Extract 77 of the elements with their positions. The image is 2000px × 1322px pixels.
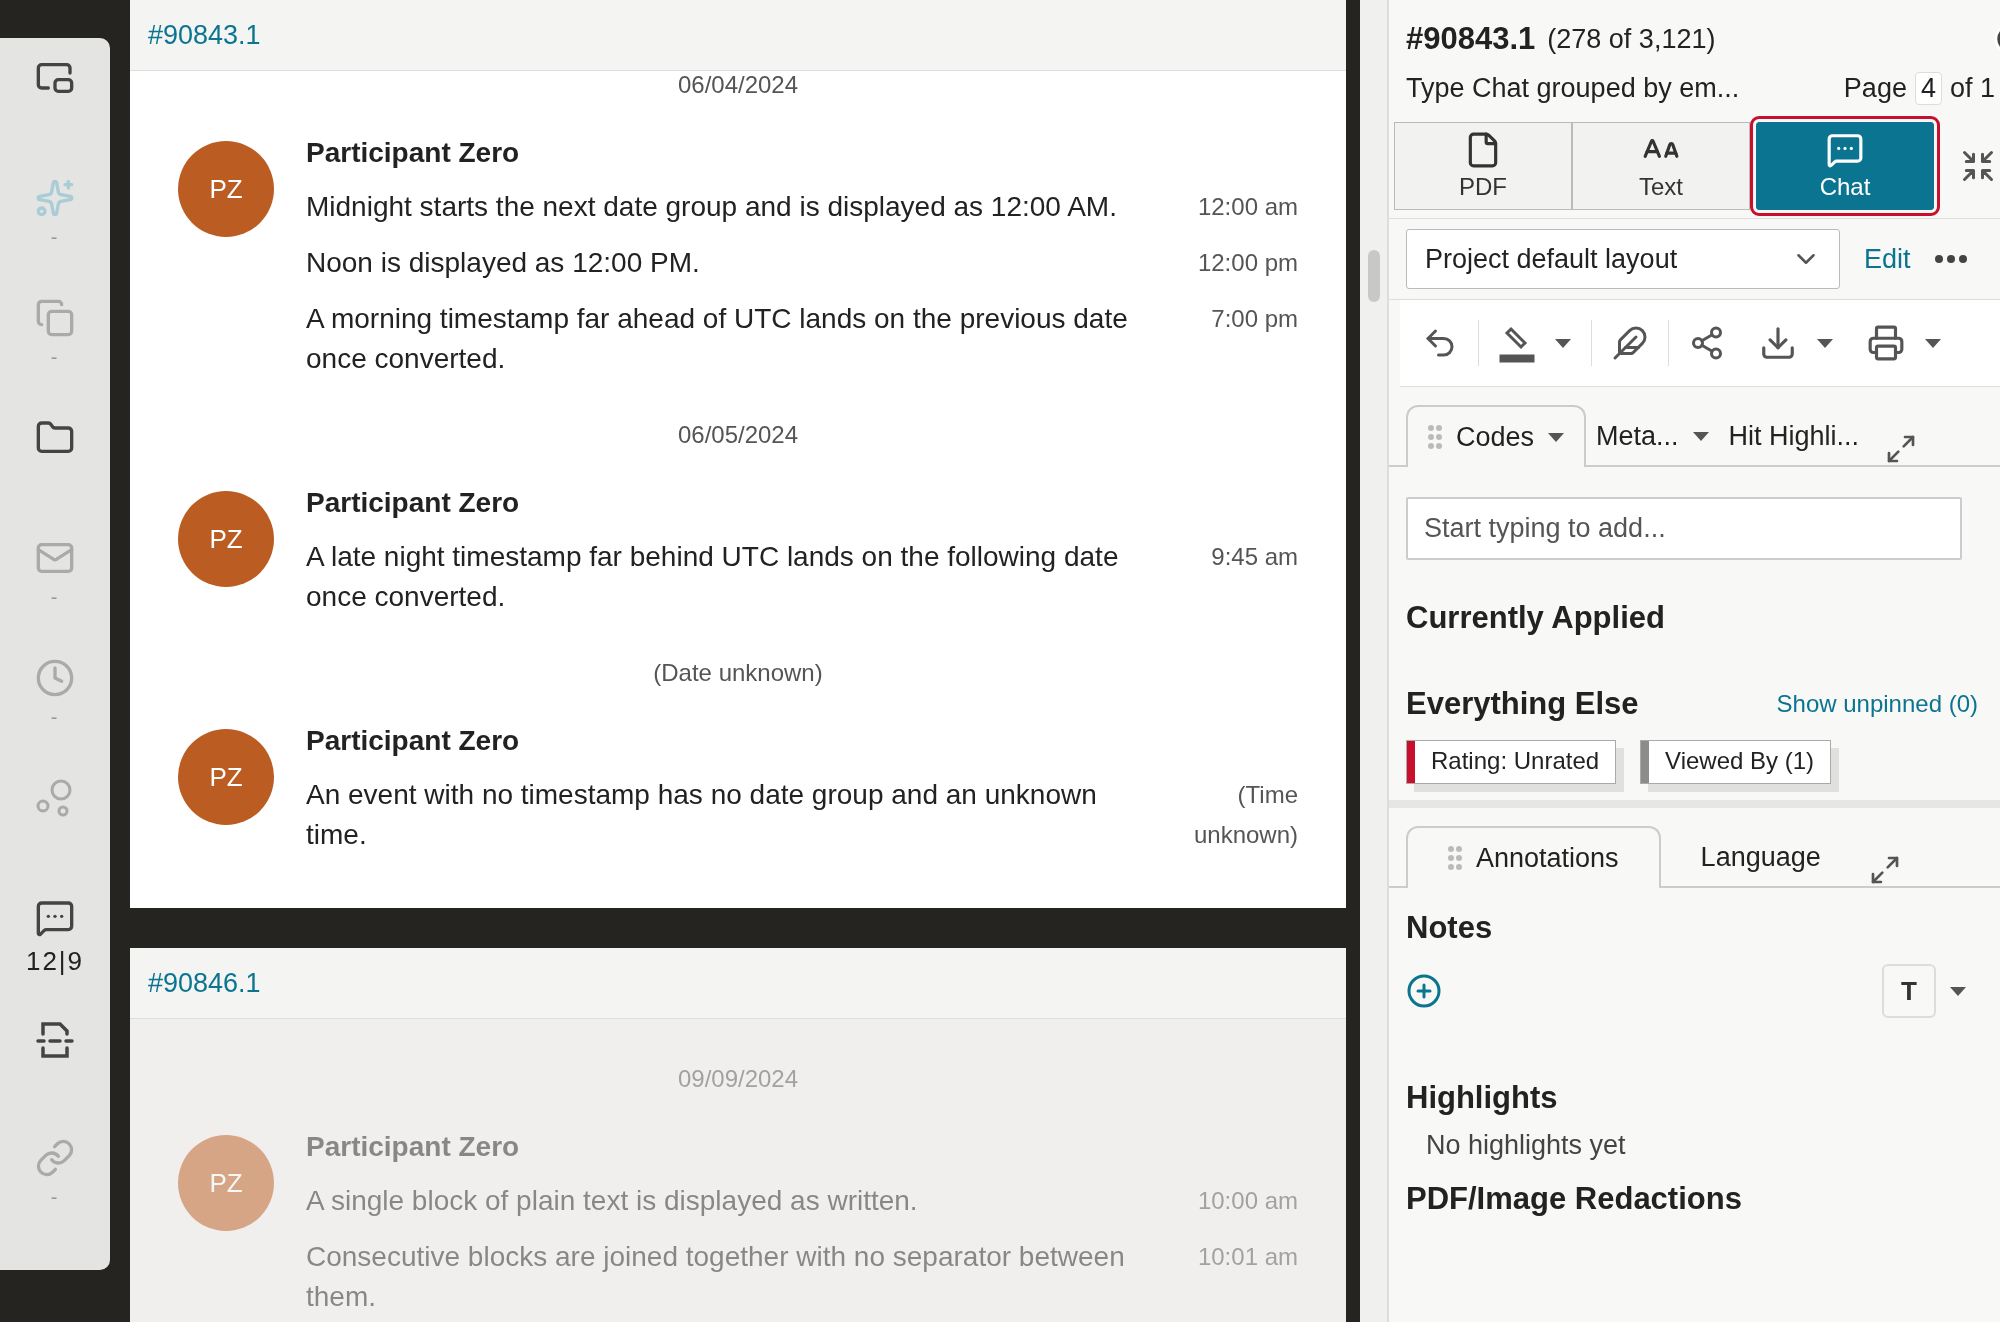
section-heading: PDF/Image Redactions	[1406, 1181, 1743, 1217]
panel-tab[interactable]: Annotations	[1406, 826, 1661, 888]
message-text: Consecutive blocks are joined together with no separator between them.	[306, 1240, 1126, 1314]
avatar: PZ	[178, 141, 274, 237]
caret-button[interactable]	[1817, 338, 1833, 348]
avatar: PZ	[178, 729, 274, 825]
date-label: 06/04/2024	[677, 71, 799, 98]
scrollbar-thumb[interactable]	[1368, 250, 1380, 302]
add-note-button[interactable]	[1406, 973, 1442, 1009]
caret-button[interactable]	[1925, 338, 1941, 348]
chip-label: Viewed By (1)	[1664, 746, 1816, 776]
chip-label: Rating: Unrated	[1430, 746, 1601, 776]
more-button[interactable]	[1934, 255, 1967, 263]
sender-name: Participant Zero	[306, 725, 520, 756]
panel-tab[interactable]: Codes	[1406, 405, 1587, 467]
message-text: A single block of plain text is displayed as written.	[306, 1184, 919, 1218]
chat-icon	[1826, 131, 1864, 169]
ellipsis-icon	[1934, 255, 1967, 263]
section-heading: Notes	[1406, 910, 1494, 946]
collapse-button[interactable]	[1960, 148, 1996, 184]
chat-icon[interactable]	[35, 898, 75, 938]
sender-name: Participant Zero	[306, 487, 520, 518]
sender-name: Participant Zero	[306, 1131, 520, 1162]
message-time: 10:01 am	[1196, 1242, 1298, 1272]
date-label: 06/05/2024	[677, 421, 799, 448]
empty-message: No highlights yet	[1425, 1130, 1627, 1161]
section-heading: Currently Applied	[1406, 600, 1666, 636]
count-label: -	[50, 346, 60, 369]
layout-dropdown[interactable]: Project default layout	[1406, 229, 1840, 289]
message-time: 12:00 pm	[1196, 248, 1298, 278]
message-time: (Time unknown)	[1192, 780, 1298, 850]
avatar: PZ	[178, 1135, 274, 1231]
page-total: of 1	[1949, 72, 1995, 104]
panel-tab[interactable]: Meta...	[1586, 405, 1719, 467]
feather-button[interactable]	[1612, 325, 1648, 361]
drag-handle-icon[interactable]	[1448, 846, 1462, 870]
caret-button[interactable]	[1555, 338, 1571, 348]
document-link[interactable]: #90843.1	[148, 19, 261, 51]
view-tab[interactable]: PDF	[1394, 122, 1572, 210]
message-text: An event with no timestamp has no date group and an unknown time.	[306, 778, 1098, 852]
count-label: -	[50, 1186, 60, 1209]
view-tab[interactable]: Text	[1572, 122, 1750, 210]
message-text: A late night timestamp far behind UTC lands on the following date once converted.	[306, 540, 1120, 614]
document-subtitle: Type Chat grouped by em...	[1406, 72, 1741, 104]
message-time: 9:45 am	[1210, 542, 1298, 572]
message-text: A morning timestamp far ahead of UTC lands on the previous date once converted.	[306, 302, 1129, 376]
document-id: #90843.1	[1406, 21, 1536, 57]
share-button[interactable]	[1689, 325, 1725, 361]
print-button[interactable]	[1867, 324, 1905, 362]
section-heading: Everything Else	[1406, 686, 1639, 722]
message-time: 10:00 am	[1196, 1186, 1298, 1216]
show-unpinned-link[interactable]: Show unpinned (0)	[1776, 690, 1978, 718]
message-time: 7:00 pm	[1210, 304, 1298, 334]
download-button[interactable]	[1759, 324, 1797, 362]
code-input-field[interactable]: Start typing to add...	[1406, 497, 1962, 560]
message-text: Noon is displayed as 12:00 PM.	[306, 246, 701, 280]
count-label: -	[50, 706, 60, 729]
caret-button[interactable]	[1950, 986, 1966, 996]
drag-handle-icon[interactable]	[1428, 425, 1442, 449]
date-label: 09/09/2024	[677, 1065, 799, 1092]
edit-link[interactable]: Edit	[1864, 243, 1911, 275]
message-time: 12:00 am	[1196, 192, 1298, 222]
date-label: (Date unknown)	[653, 659, 823, 686]
document-position: (278 of 3,121)	[1547, 23, 1716, 55]
page-label: Page	[1843, 72, 1907, 104]
message-text: Midnight starts the next date group and is displayed as 12:00 AM.	[306, 190, 1118, 224]
count-label: -	[50, 226, 60, 249]
avatar: PZ	[178, 491, 274, 587]
count-label: -	[50, 586, 60, 609]
section-heading: Highlights	[1406, 1080, 1559, 1116]
panel-tab[interactable]: Hit Highli...	[1718, 405, 1870, 467]
sender-name: Participant Zero	[306, 137, 520, 168]
count-label: 12|9	[25, 946, 85, 977]
text-format-button[interactable]: T	[1882, 964, 1936, 1018]
page-number-field[interactable]: 4	[1914, 71, 1942, 105]
panel-tab[interactable]: Language	[1660, 826, 1861, 888]
document-link[interactable]: #90846.1	[148, 967, 261, 999]
